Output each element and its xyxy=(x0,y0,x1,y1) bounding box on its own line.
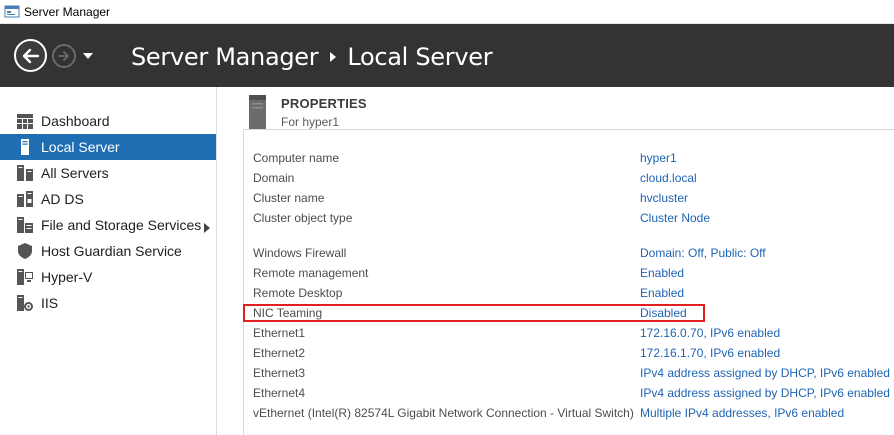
sidebar-item-label: IIS xyxy=(41,295,59,311)
property-row-vethernet: vEthernet (Intel(R) 82574L Gigabit Netwo… xyxy=(253,403,894,423)
storage-icon xyxy=(16,216,34,234)
property-value-link[interactable]: hyper1 xyxy=(640,148,677,168)
sidebar-item-host-guardian[interactable]: Host Guardian Service xyxy=(0,238,216,264)
property-key: Ethernet2 xyxy=(253,346,306,360)
forward-button[interactable] xyxy=(52,44,76,68)
property-value-link[interactable]: Cluster Node xyxy=(640,208,710,228)
all-servers-icon xyxy=(16,164,34,182)
properties-subtitle: For hyper1 xyxy=(281,115,340,129)
ad-ds-icon xyxy=(16,190,34,208)
property-key: vEthernet (Intel(R) 82574L Gigabit Netwo… xyxy=(253,406,634,420)
local-server-icon xyxy=(16,138,34,156)
property-value-link[interactable]: Multiple IPv4 addresses, IPv6 enabled xyxy=(640,403,844,423)
sidebar-item-label: All Servers xyxy=(41,165,109,181)
sidebar: Dashboard Local Server All Servers AD DS… xyxy=(0,87,217,435)
shield-icon xyxy=(16,242,34,260)
sidebar-item-label: AD DS xyxy=(41,191,84,207)
property-value-link[interactable]: Disabled xyxy=(640,303,687,323)
sidebar-item-iis[interactable]: IIS xyxy=(0,290,216,316)
property-value-link[interactable]: Enabled xyxy=(640,283,684,303)
dashboard-icon xyxy=(16,112,34,130)
property-row-ethernet4: Ethernet4 IPv4 address assigned by DHCP,… xyxy=(253,383,894,403)
header-bar: Server Manager Local Server xyxy=(0,24,894,87)
property-row-windows-firewall: Windows Firewall Domain: Off, Public: Of… xyxy=(253,243,894,263)
property-row-computer-name: Computer name hyper1 xyxy=(253,148,894,168)
sidebar-item-file-storage[interactable]: File and Storage Services xyxy=(0,212,216,238)
property-value-link[interactable]: cloud.local xyxy=(640,168,697,188)
property-value-link[interactable]: Domain: Off, Public: Off xyxy=(640,243,766,263)
sidebar-item-all-servers[interactable]: All Servers xyxy=(0,160,216,186)
properties-title: PROPERTIES xyxy=(281,96,367,111)
property-key: Computer name xyxy=(253,151,340,165)
iis-icon xyxy=(16,294,34,312)
chevron-down-icon xyxy=(83,53,93,59)
sidebar-item-label: Hyper-V xyxy=(41,269,93,285)
breadcrumb: Server Manager Local Server xyxy=(131,42,493,72)
property-row-ethernet3: Ethernet3 IPv4 address assigned by DHCP,… xyxy=(253,363,894,383)
sidebar-item-label: Host Guardian Service xyxy=(41,243,182,259)
property-row-domain: Domain cloud.local xyxy=(253,168,894,188)
property-value-link[interactable]: hvcluster xyxy=(640,188,688,208)
property-key: Remote Desktop xyxy=(253,286,343,300)
property-key: Domain xyxy=(253,171,295,185)
property-value-link[interactable]: 172.16.0.70, IPv6 enabled xyxy=(640,323,780,343)
sidebar-item-ad-ds[interactable]: AD DS xyxy=(0,186,216,212)
property-row-cluster-name: Cluster name hvcluster xyxy=(253,188,894,208)
sidebar-item-local-server[interactable]: Local Server xyxy=(0,134,216,160)
back-button[interactable] xyxy=(14,39,47,72)
property-value-link[interactable]: IPv4 address assigned by DHCP, IPv6 enab… xyxy=(640,363,890,383)
main-content: PROPERTIES For hyper1 Computer name hype… xyxy=(218,87,894,435)
breadcrumb-server-manager[interactable]: Server Manager xyxy=(131,43,319,71)
property-row-ethernet1: Ethernet1 172.16.0.70, IPv6 enabled xyxy=(253,323,894,343)
properties-server-icon xyxy=(249,95,266,129)
window-title: Server Manager xyxy=(24,5,111,19)
sidebar-item-hyper-v[interactable]: Hyper-V xyxy=(0,264,216,290)
history-dropdown[interactable] xyxy=(81,49,95,63)
sidebar-item-label: File and Storage Services xyxy=(41,217,202,233)
property-row-nic-teaming: NIC Teaming Disabled xyxy=(253,303,894,323)
property-row-cluster-object-type: Cluster object type Cluster Node xyxy=(253,208,894,228)
hyper-v-icon xyxy=(16,268,34,286)
property-key: Ethernet3 xyxy=(253,366,306,380)
property-key: Ethernet1 xyxy=(253,326,306,340)
sidebar-item-label: Dashboard xyxy=(41,113,110,129)
breadcrumb-local-server[interactable]: Local Server xyxy=(347,43,492,71)
property-key: Cluster name xyxy=(253,191,325,205)
property-value-link[interactable]: 172.16.1.70, IPv6 enabled xyxy=(640,343,780,363)
property-key: NIC Teaming xyxy=(253,306,323,320)
back-arrow-icon xyxy=(22,48,39,63)
property-row-ethernet2: Ethernet2 172.16.1.70, IPv6 enabled xyxy=(253,343,894,363)
server-manager-icon xyxy=(4,5,20,18)
triangle-right-icon xyxy=(330,52,337,62)
property-key: Remote management xyxy=(253,266,369,280)
property-key: Windows Firewall xyxy=(253,246,347,260)
server-manager-window: Server Manager Server Manager Local Serv… xyxy=(0,0,894,435)
property-key: Ethernet4 xyxy=(253,386,306,400)
property-key: Cluster object type xyxy=(253,211,353,225)
property-value-link[interactable]: IPv4 address assigned by DHCP, IPv6 enab… xyxy=(640,383,890,403)
sidebar-item-dashboard[interactable]: Dashboard xyxy=(0,108,216,134)
forward-arrow-icon xyxy=(58,51,69,61)
property-value-link[interactable]: Enabled xyxy=(640,263,684,283)
submenu-arrow-icon xyxy=(204,220,210,236)
property-row-remote-management: Remote management Enabled xyxy=(253,263,894,283)
title-bar: Server Manager xyxy=(0,0,894,24)
sidebar-item-label: Local Server xyxy=(41,139,120,155)
property-row-remote-desktop: Remote Desktop Enabled xyxy=(253,283,894,303)
